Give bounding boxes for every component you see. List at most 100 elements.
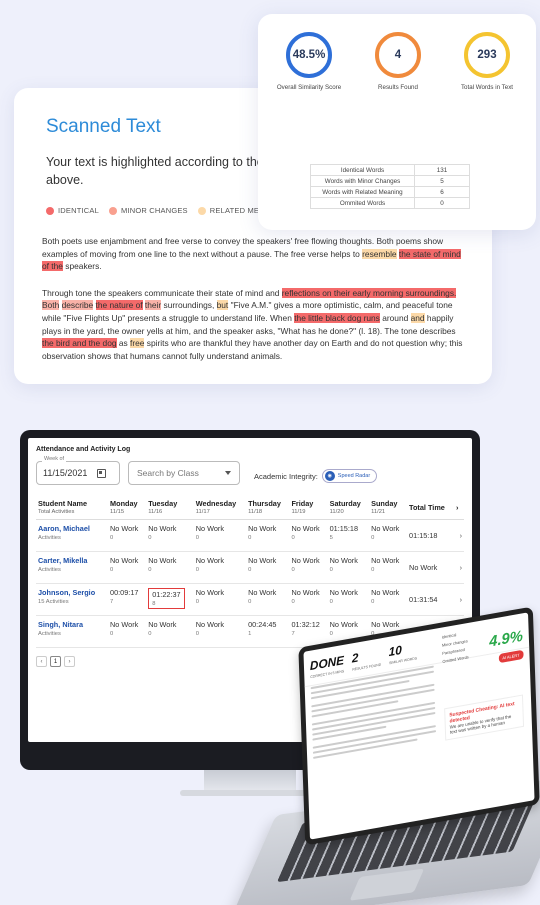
calendar-icon[interactable] (97, 468, 107, 478)
col-wednesday: Wednesday 11/17 (193, 495, 247, 520)
ai-alert-panel: Suspected Cheating: AI text detected We … (444, 694, 525, 741)
col-sunday: Sunday 11/21 (369, 495, 408, 520)
day-cell: 01:15:18 5 (327, 519, 370, 552)
day-cell: No Work0 (193, 519, 247, 552)
day-cell: No Work0 (246, 551, 290, 584)
chevron-right-icon[interactable]: › (454, 583, 464, 616)
col-thursday: Thursday 11/18 (246, 495, 290, 520)
table-row[interactable]: Carter, Mikella Activities No Work 0 No Work… (36, 551, 464, 584)
monitor-stand (204, 770, 296, 792)
speed-radar-button[interactable]: ◉ Speed Radar (321, 469, 378, 483)
table-row[interactable]: Johnson, Sergio 15 Activities 00:09:17 7 01:… (36, 583, 464, 616)
day-cell: No Work0 (193, 551, 247, 584)
col-friday: Friday 11/19 (289, 495, 328, 520)
laptop-legend: Identical Minor changes Paraphrased Omit… (441, 632, 469, 664)
day-cell: No Work0 (369, 583, 408, 616)
identical-dot-icon (46, 206, 54, 215)
table-row: Words with Minor Changes 5 (310, 175, 470, 187)
day-cell: No Work0 (369, 551, 408, 584)
chevron-down-icon (225, 471, 231, 475)
day-cell: No Work0 (193, 615, 247, 648)
laptop-display: DONE CORRECT IN 5 MINS 2 RESULTS FOUND 10 S… (303, 612, 535, 840)
week-label: Week of (42, 456, 67, 462)
activity-count: Activities (38, 535, 61, 541)
attendance-table: Student Name Total Activities Monday 11/15… (36, 495, 464, 648)
scanned-paragraph-2: Through tone the speakers communicate th… (42, 287, 463, 361)
similarity-stats-card: 48.5% Overall Similarity Score 4 Results… (258, 14, 536, 230)
col-saturday: Saturday 11/20 (327, 495, 370, 520)
day-cell: No Work0 (327, 551, 370, 584)
class-search-select[interactable]: Search by Class (128, 461, 240, 485)
chevron-right-icon[interactable]: › (454, 551, 464, 584)
student-name[interactable]: Johnson, Sergio (38, 588, 95, 597)
attendance-title: Attendance and Activity Log (36, 446, 131, 453)
page-button[interactable]: 1 (50, 656, 61, 667)
student-name-cell[interactable]: Johnson, Sergio 15 Activities (36, 583, 109, 616)
activity-count: 15 Activities (38, 599, 69, 605)
total-words-stat: 293 Total Words in Text (448, 32, 526, 91)
activity-count: Activities (38, 567, 61, 573)
col-tuesday: Tuesday 11/16 (146, 495, 194, 520)
table-row: Identical Words 131 (310, 164, 470, 176)
activity-count: Activities (38, 631, 61, 637)
radar-icon: ◉ (324, 471, 335, 481)
week-value: 11/15/2021 (43, 468, 88, 478)
day-cell: No Work0 (289, 583, 328, 616)
results-found-stat: 4 Results Found (359, 32, 437, 91)
trackpad (349, 868, 425, 901)
day-cell: No Work0 (146, 551, 194, 584)
legend-identical: IDENTICAL (46, 206, 99, 215)
academic-integrity: Academic Integrity: ◉ Speed Radar (254, 469, 378, 483)
day-cell: No Work0 (146, 615, 194, 648)
col-total-time: Total Time (407, 495, 454, 520)
laptop-screen: DONE CORRECT IN 5 MINS 2 RESULTS FOUND 10 S… (298, 606, 540, 846)
flagged-cell[interactable]: 01:22:37 8 (148, 588, 185, 609)
attendance-filters: Week of 11/15/2021 Search by Class Acade… (36, 456, 464, 485)
day-cell: No Work0 (246, 519, 290, 552)
total-words-ring: 293 (464, 32, 510, 78)
results-found-label: Results Found (378, 84, 418, 91)
total-time-cell: 01:31:54 (407, 583, 454, 616)
day-cell: No Work0 (327, 583, 370, 616)
day-cell: No Work0 (246, 583, 290, 616)
word-stats-table: Identical Words 131 Words with Minor Chan… (310, 164, 470, 209)
day-cell: No Work0 (108, 615, 147, 648)
header-chevron-icon: › (454, 495, 464, 520)
chevron-right-icon[interactable]: › (454, 519, 464, 552)
legend-minor-changes: MINOR CHANGES (108, 206, 188, 215)
student-name[interactable]: Carter, Mikella (38, 556, 87, 565)
student-name-cell[interactable]: Aaron, Michael Activities (36, 519, 109, 552)
similarity-score-label: Overall Similarity Score (276, 84, 342, 91)
results-found-ring: 4 (375, 32, 421, 78)
day-cell: No Work0 (146, 519, 194, 552)
day-cell: 01:22:37 8 (146, 583, 194, 616)
day-cell: No Work0 (289, 519, 328, 552)
day-cell: No Work0 (108, 519, 147, 552)
minor-changes-dot-icon (108, 206, 117, 215)
similarity-score-ring: 48.5% (286, 32, 332, 78)
col-monday: Monday 11/15 (108, 495, 147, 520)
student-name-cell[interactable]: Carter, Mikella Activities (36, 551, 109, 584)
related-meaning-dot-icon (197, 206, 206, 215)
student-name-cell[interactable]: Singh, Nitara Activities (36, 615, 109, 648)
table-row[interactable]: Aaron, Michael Activities No Work 0 No Work 0… (36, 519, 464, 552)
monitor-base (180, 790, 320, 796)
total-words-label: Total Words in Text (460, 84, 514, 91)
student-name[interactable]: Aaron, Michael (38, 524, 90, 533)
prev-page-button[interactable]: ‹ (36, 656, 47, 667)
day-cell: No Work0 (108, 551, 147, 584)
total-time-cell: 01:15:18 (407, 519, 454, 552)
similarity-score-stat: 48.5% Overall Similarity Score (270, 32, 348, 91)
table-row: Words with Related Meaning 6 (310, 186, 470, 198)
table-row: Ommited Words 0 (310, 197, 470, 209)
day-cell: No Work0 (289, 551, 328, 584)
student-name[interactable]: Singh, Nitara (38, 620, 83, 629)
next-page-button[interactable]: › (64, 656, 75, 667)
day-cell: No Work0 (369, 519, 408, 552)
day-cell: 00:09:17 7 (108, 583, 147, 616)
table-header-row: Student Name Total Activities Monday 11/15… (36, 495, 464, 520)
week-date-picker[interactable]: Week of 11/15/2021 (36, 456, 120, 485)
scanned-text-subtitle: Your text is highlighted according to th… (46, 155, 285, 187)
scanned-paragraph-1: Both poets use enjambment and free verse… (42, 236, 461, 272)
total-time-cell: No Work (407, 551, 454, 584)
